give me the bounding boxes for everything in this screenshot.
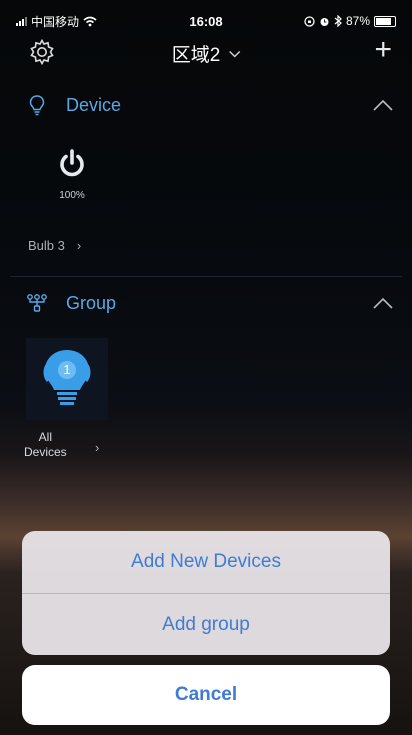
group-section-header[interactable]: Group [10,286,402,320]
battery-percent: 87% [345,14,370,28]
device-section-header[interactable]: Device [10,88,402,122]
add-button[interactable]: + [374,35,392,65]
group-name[interactable]: All Devices [24,430,67,460]
group-name-line1: All [38,430,53,444]
carrier-label: 中国移动 [31,14,80,29]
lightbulb-outline-icon [29,95,45,116]
chevron-up-icon[interactable] [372,296,394,310]
chevron-down-icon [228,50,240,58]
device-section-title: Device [66,94,122,115]
area-title: 区域2 [171,45,221,66]
device-tile[interactable]: 100% [32,148,112,201]
group-tile[interactable]: 1 [26,338,108,420]
bluetooth-icon [334,15,342,27]
bulb-filled-icon [43,350,91,405]
add-group-button[interactable]: Add group [22,593,390,655]
group-section-title: Group [66,292,117,313]
lock-rotation-icon [304,15,315,27]
wifi-icon [83,16,97,26]
signal-icon [16,16,27,26]
status-right: 87% [304,14,396,28]
app-screen: 中国移动 16:08 87% 区域2 + Device 100% Bulb 3 … [10,10,402,725]
group-count-badge: 1 [63,362,71,377]
status-bar: 中国移动 16:08 87% [10,10,402,32]
status-time: 16:08 [189,13,223,29]
status-left: 中国移动 [16,13,97,30]
device-name-row[interactable]: Bulb 3 › [28,238,81,253]
section-divider [10,276,402,277]
chevron-right-icon: › [76,238,82,253]
device-name: Bulb 3 [28,238,65,253]
gear-icon[interactable] [28,38,56,66]
add-new-devices-button[interactable]: Add New Devices [22,531,390,593]
device-level: 100% [59,190,85,201]
power-icon[interactable] [56,148,88,180]
nav-bar: 区域2 + [10,34,402,74]
chevron-right-icon[interactable]: › [95,440,99,455]
action-sheet: Add New Devices Add group [22,531,390,655]
chevron-up-icon[interactable] [372,98,394,112]
alarm-icon [320,17,329,26]
area-selector[interactable]: 区域2 [172,40,241,67]
group-nodes-icon [27,294,47,312]
cancel-button[interactable]: Cancel [22,665,390,725]
group-name-line2: Devices [24,445,67,459]
battery-icon [374,15,396,27]
